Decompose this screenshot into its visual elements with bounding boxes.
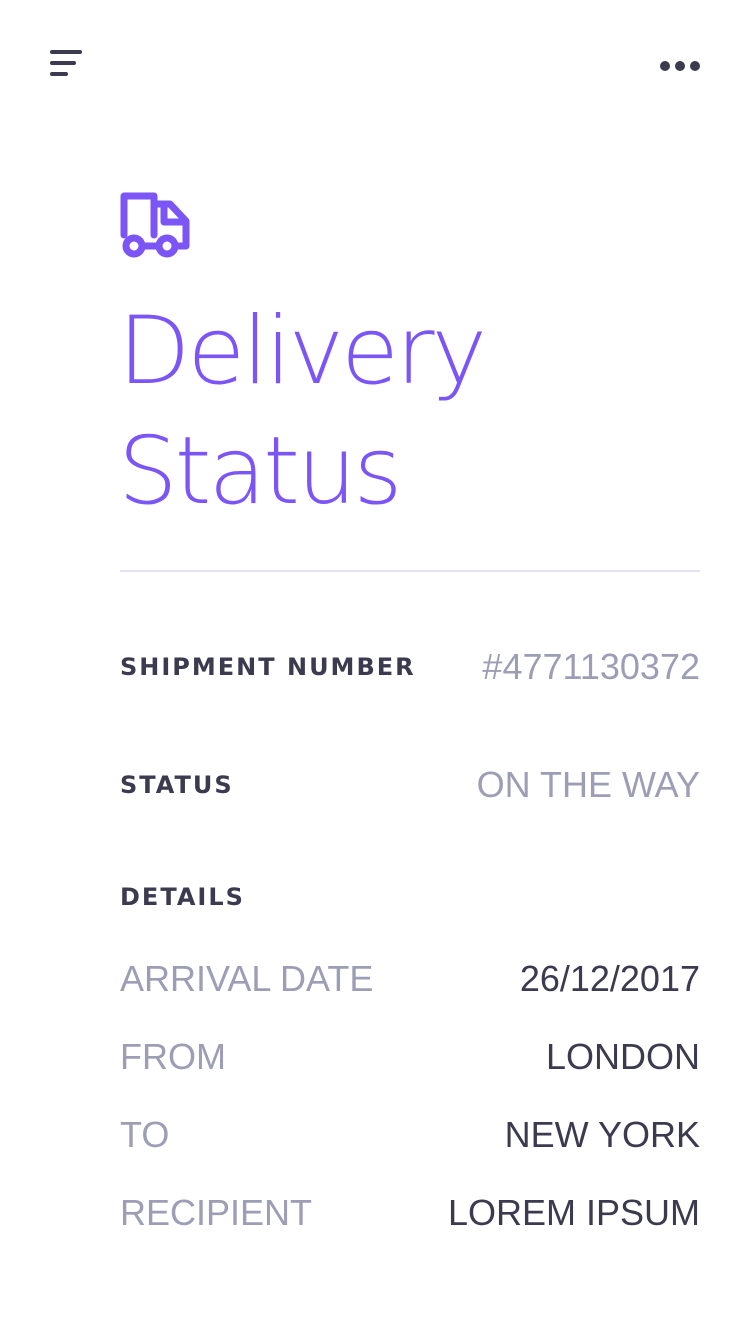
to-label: TO <box>120 1114 170 1155</box>
page-title: Delivery Status <box>118 292 698 532</box>
more-options-button[interactable] <box>656 56 704 76</box>
status-row: STATUS ON THE WAY <box>120 765 700 805</box>
more-horizontal-icon-dot <box>675 61 685 71</box>
to-value: NEW YORK <box>504 1114 700 1155</box>
more-horizontal-icon-dot <box>690 61 700 71</box>
page-title-line-1: Delivery <box>118 297 487 406</box>
from-label: FROM <box>120 1036 226 1077</box>
detail-row-arrival-date: ARRIVAL DATE 26/12/2017 <box>120 959 700 999</box>
details-heading: DETAILS <box>120 883 245 911</box>
shipment-number-label: SHIPMENT NUMBER <box>120 653 416 681</box>
recipient-value: LOREM IPSUM <box>447 1192 700 1233</box>
recipient-label: RECIPIENT <box>120 1192 313 1233</box>
detail-row-from: FROM LONDON <box>120 1037 700 1077</box>
arrival-date-label: ARRIVAL DATE <box>120 958 374 999</box>
detail-row-recipient: RECIPIENT LOREM IPSUM <box>120 1193 700 1233</box>
arrival-date-value: 26/12/2017 <box>519 958 700 999</box>
from-value: LONDON <box>545 1036 700 1077</box>
menu-button[interactable] <box>50 50 84 80</box>
status-label: STATUS <box>120 771 234 799</box>
shipment-number-row: SHIPMENT NUMBER #4771130372 <box>120 647 700 687</box>
menu-icon <box>50 50 82 54</box>
status-value: ON THE WAY <box>476 764 700 805</box>
divider <box>120 570 700 572</box>
page-title-line-2: Status <box>118 417 403 526</box>
details-heading-row: DETAILS <box>120 877 700 917</box>
detail-row-to: TO NEW YORK <box>120 1115 700 1155</box>
truck-icon <box>118 190 192 264</box>
shipment-number-value: #4771130372 <box>482 646 700 687</box>
menu-icon-bar <box>50 61 76 65</box>
menu-icon-bar <box>50 72 68 76</box>
more-horizontal-icon <box>660 61 670 71</box>
